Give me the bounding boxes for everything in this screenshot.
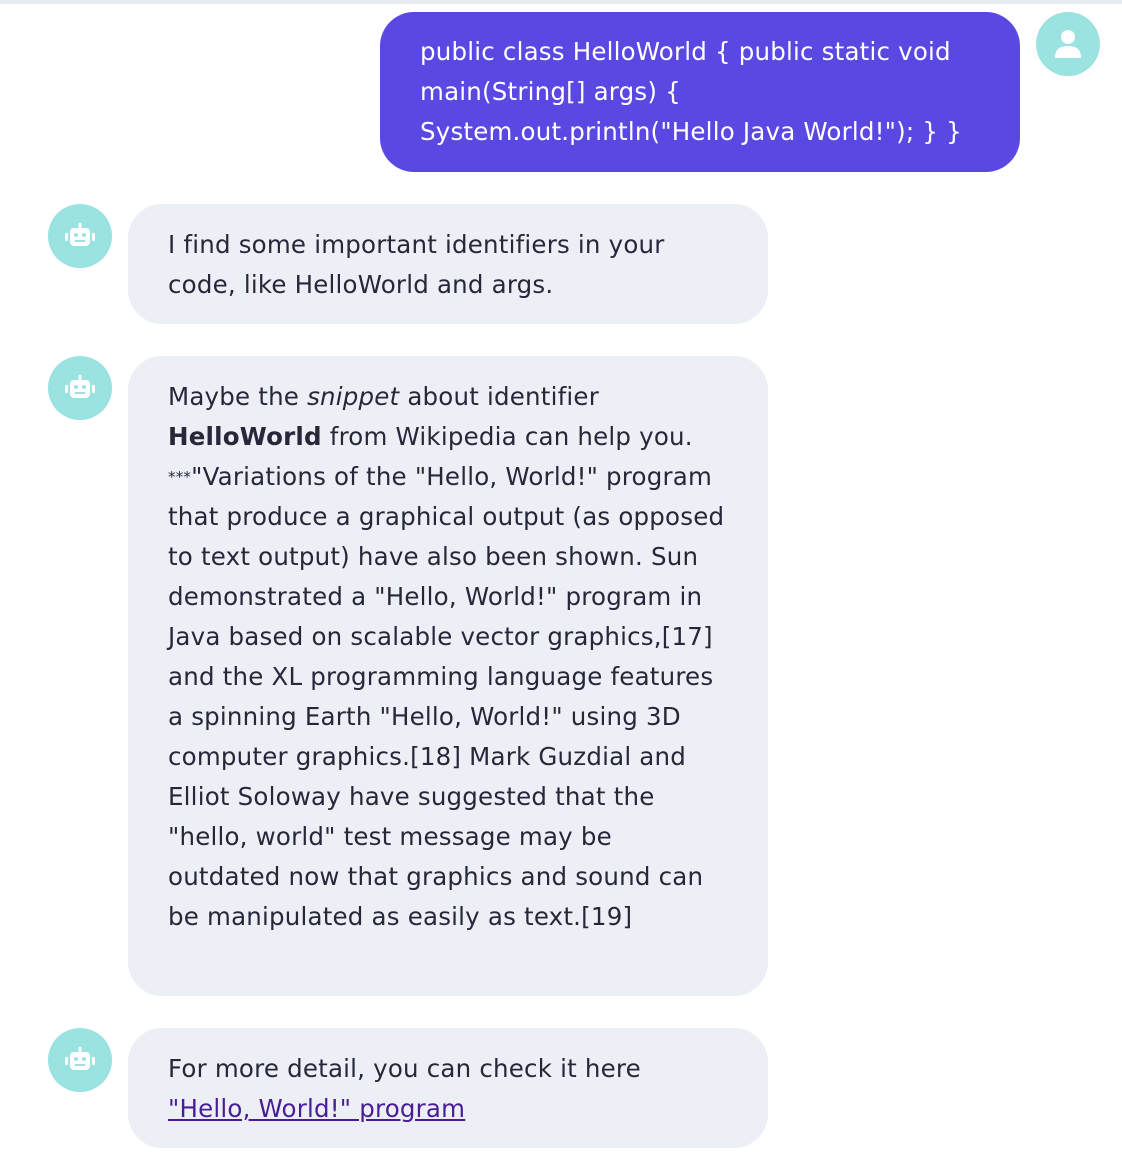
bot-avatar bbox=[48, 356, 112, 420]
robot-icon bbox=[65, 223, 95, 246]
snippet-intro-2: about identifier bbox=[399, 382, 599, 411]
bot-message-text: Maybe the snippet about identifier Hello… bbox=[168, 377, 728, 937]
bot-message-text: I find some important identifiers in you… bbox=[168, 230, 665, 299]
robot-icon bbox=[65, 375, 95, 398]
hello-world-link[interactable]: "Hello, World!" program bbox=[168, 1094, 465, 1123]
bot-message: I find some important identifiers in you… bbox=[128, 204, 768, 324]
user-avatar bbox=[1036, 12, 1100, 76]
user-icon bbox=[1055, 30, 1081, 58]
bot-avatar bbox=[48, 1028, 112, 1092]
bot-avatar bbox=[48, 204, 112, 268]
snippet-emphasis: snippet bbox=[307, 382, 400, 411]
identifier-name: HelloWorld bbox=[168, 422, 322, 451]
user-message-text: public class HelloWorld { public static … bbox=[420, 37, 962, 146]
wikipedia-snippet: "Variations of the "Hello, World!" progr… bbox=[168, 462, 725, 931]
snippet-stars: *** bbox=[168, 468, 192, 486]
top-divider bbox=[0, 0, 1122, 4]
detail-prefix: For more detail, you can check it here bbox=[168, 1054, 641, 1083]
user-message: public class HelloWorld { public static … bbox=[380, 12, 1020, 172]
bot-message-text: For more detail, you can check it here "… bbox=[168, 1049, 728, 1129]
robot-icon bbox=[65, 1047, 95, 1070]
bot-message: For more detail, you can check it here "… bbox=[128, 1028, 768, 1148]
bot-message: Maybe the snippet about identifier Hello… bbox=[128, 356, 768, 996]
snippet-intro: Maybe the bbox=[168, 382, 308, 411]
snippet-intro-3: from Wikipedia can help you. bbox=[321, 422, 693, 451]
